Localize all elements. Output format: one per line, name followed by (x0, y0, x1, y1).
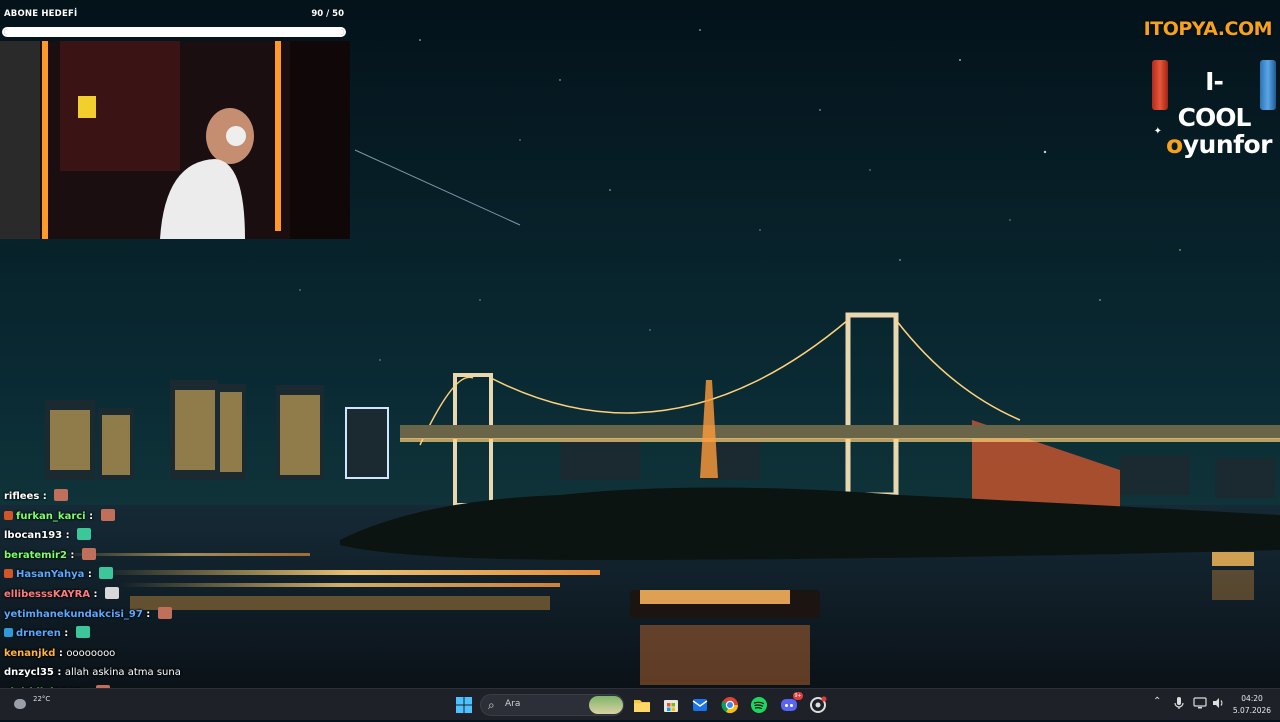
chat-username: dnzycl35 (4, 667, 54, 679)
webcam-image (0, 41, 350, 239)
subscriber-goal-widget: ABONE HEDEFİ 90 / 50 (0, 6, 350, 40)
weather-icon (14, 699, 26, 709)
outlook-icon[interactable] (690, 695, 710, 715)
app-settings-icon[interactable] (808, 695, 828, 715)
chat-separator: : (53, 667, 65, 679)
chat-emote-icon (157, 606, 172, 619)
taskbar-clock[interactable]: 04:20 5.07.2026 (1228, 693, 1276, 717)
clock-date: 5.07.2026 (1232, 706, 1272, 715)
chat-message: dnzycl35 : allah askina atma suna (4, 663, 364, 683)
chat-separator: : (66, 549, 78, 561)
discord-notification-badge: 9+ (793, 692, 803, 700)
chat-message: drneren : (4, 624, 364, 644)
search-icon: ⌕ (488, 698, 495, 712)
icool-can-left (1152, 60, 1168, 110)
goal-progress-bar (2, 27, 346, 37)
chat-emote-icon (105, 586, 120, 599)
chat-badge-icon (4, 569, 13, 579)
taskbar-search[interactable]: ⌕ Ara (480, 694, 624, 716)
chat-badge-icon (4, 510, 13, 520)
windows-start-icon[interactable] (454, 695, 474, 715)
oyunfor-logo: oyunfor (1166, 130, 1272, 159)
chat-username: lbocan193 (4, 530, 63, 542)
chat-separator: : (62, 530, 74, 542)
discord-button[interactable]: 9+ (779, 692, 803, 715)
chat-badge-icon (4, 628, 13, 638)
chat-username: ellibesssKAYRA (4, 588, 91, 600)
chat-message: furkan_karci : (4, 507, 364, 527)
chrome-icon[interactable] (720, 695, 740, 715)
goal-count: 90 / 50 (311, 9, 344, 19)
chat-separator: : (142, 608, 154, 620)
chat-separator: : (90, 588, 102, 600)
chat-username: kenanjkd (4, 647, 56, 659)
chat-message: riflees : (4, 487, 364, 507)
windows-taskbar: 22°C ⌕ Ara 9+ ⌃ 04:20 5.07.2026 (0, 688, 1280, 720)
clock-time: 04:20 (1241, 694, 1263, 703)
itopya-logo: ITOPYA.COM (1143, 18, 1273, 40)
chat-emote-icon (75, 626, 90, 639)
chat-username: yetimhanekundakcisi_97 (4, 608, 143, 620)
chat-username: furkan_karci (16, 510, 86, 522)
weather-widget[interactable]: 22°C (8, 693, 68, 717)
icool-can-right (1260, 60, 1276, 110)
goal-title: ABONE HEDEFİ (4, 9, 78, 19)
oyunfor-o: o (1166, 130, 1183, 159)
chat-emote-icon (100, 508, 115, 521)
chat-emote-icon (81, 547, 96, 560)
icool-logo: I-COOL (1152, 58, 1276, 132)
file-explorer-icon[interactable] (632, 695, 652, 715)
chat-overlay: riflees : furkan_karci : lbocan193 : ber… (4, 487, 364, 722)
chat-emote-icon (99, 567, 114, 580)
chat-username: beratemir2 (4, 549, 67, 561)
search-highlight-image (589, 696, 623, 714)
chat-separator: : (55, 647, 67, 659)
webcam-overlay (0, 41, 350, 239)
oyunfor-text: yunfor (1182, 130, 1273, 159)
chat-username: HasanYahya (16, 569, 85, 581)
chat-message: ellibesssKAYRA : (4, 585, 364, 605)
chat-message: HasanYahya : (4, 565, 364, 585)
chat-emote-icon (77, 528, 92, 541)
search-placeholder: Ara (505, 699, 521, 709)
weather-temp: 22°C (33, 695, 51, 703)
chat-message: yetimhanekundakcisi_97 : (4, 605, 364, 625)
chat-username: drneren (16, 628, 61, 640)
chat-message: lbocan193 : (4, 526, 364, 546)
chat-separator: : (85, 510, 97, 522)
sparkle-icon: ✦ (1153, 126, 1162, 137)
chat-text: oooooooo (66, 647, 116, 659)
chat-separator: : (84, 569, 96, 581)
microphone-icon[interactable] (1173, 696, 1185, 710)
chat-message: beratemir2 : (4, 546, 364, 566)
volume-icon[interactable] (1211, 696, 1225, 710)
chat-text: allah askina atma suna (64, 667, 181, 679)
chat-separator: : (39, 491, 51, 502)
chat-message: kenanjkd : oooooooo (4, 644, 364, 664)
network-icon[interactable] (1193, 696, 1207, 710)
spotify-icon[interactable] (749, 695, 769, 715)
chat-username: riflees (4, 491, 40, 502)
goal-progress-fill (4, 29, 344, 35)
icool-text: I-COOL (1177, 67, 1252, 132)
chat-emote-icon (54, 489, 69, 501)
chat-separator: : (60, 628, 72, 640)
microsoft-store-icon[interactable] (661, 695, 681, 715)
show-hidden-icons-chevron[interactable]: ⌃ (1153, 696, 1161, 707)
